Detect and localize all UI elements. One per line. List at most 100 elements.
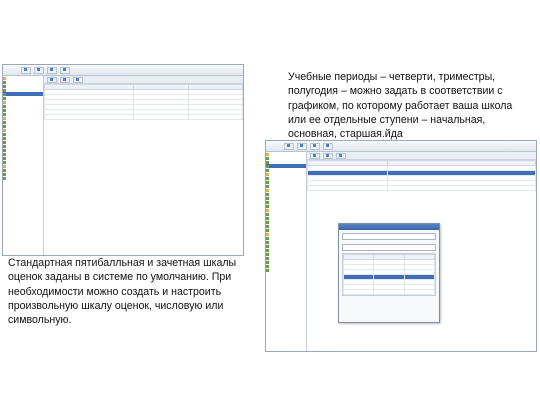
content-toolbar bbox=[44, 76, 243, 84]
grades-list bbox=[342, 253, 436, 296]
scale-editor-dialog bbox=[338, 223, 440, 323]
content-toolbar bbox=[307, 152, 536, 160]
item-icon bbox=[266, 244, 269, 248]
item-icon bbox=[3, 156, 6, 160]
item-icon bbox=[266, 216, 269, 220]
item-icon bbox=[3, 92, 6, 96]
toolbar-button[interactable] bbox=[310, 142, 320, 150]
caption-grading-scales: Стандартная пятибалльная и зачетная шкал… bbox=[8, 257, 240, 327]
delete-button[interactable] bbox=[73, 76, 83, 83]
folder-icon bbox=[3, 116, 6, 120]
scale-type-field[interactable] bbox=[342, 244, 436, 251]
item-icon bbox=[266, 228, 269, 232]
item-icon bbox=[266, 156, 269, 160]
item-icon bbox=[3, 84, 6, 88]
screenshot-study-periods bbox=[2, 64, 244, 256]
item-icon bbox=[266, 160, 269, 164]
item-icon bbox=[3, 168, 6, 172]
folder-icon bbox=[3, 100, 6, 104]
add-button[interactable] bbox=[47, 76, 57, 83]
toolbar-icon bbox=[24, 68, 27, 72]
delete-icon bbox=[76, 78, 79, 82]
screenshot-grading-scales bbox=[265, 140, 537, 352]
item-icon bbox=[266, 176, 269, 180]
item-icon bbox=[266, 224, 269, 228]
item-icon bbox=[266, 220, 269, 224]
item-icon bbox=[266, 204, 269, 208]
item-icon bbox=[3, 176, 6, 180]
toolbar-icon bbox=[63, 68, 66, 72]
item-icon bbox=[3, 144, 6, 148]
edit-icon bbox=[63, 78, 66, 82]
toolbar-button[interactable] bbox=[323, 142, 333, 150]
tree-item[interactable] bbox=[3, 176, 43, 180]
navigation-tree bbox=[3, 76, 44, 255]
toolbar-button[interactable] bbox=[34, 66, 44, 74]
table-row[interactable] bbox=[342, 289, 436, 295]
add-button[interactable] bbox=[310, 152, 320, 159]
item-icon bbox=[3, 152, 6, 156]
item-icon bbox=[266, 212, 269, 216]
grades-table bbox=[342, 254, 436, 295]
item-icon bbox=[266, 184, 269, 188]
item-icon bbox=[266, 196, 269, 200]
item-icon bbox=[3, 96, 6, 100]
item-icon bbox=[3, 136, 6, 140]
toolbar bbox=[266, 141, 536, 152]
item-icon bbox=[3, 108, 6, 112]
add-icon bbox=[313, 154, 316, 158]
item-icon bbox=[3, 80, 6, 84]
toolbar-icon bbox=[326, 144, 329, 148]
item-icon bbox=[266, 192, 269, 196]
folder-icon bbox=[266, 152, 269, 156]
item-icon bbox=[3, 120, 6, 124]
folder-icon bbox=[266, 208, 269, 212]
add-icon bbox=[50, 78, 53, 82]
item-icon bbox=[3, 112, 6, 116]
item-icon bbox=[3, 172, 6, 176]
tree-item[interactable] bbox=[266, 268, 306, 272]
item-icon bbox=[266, 240, 269, 244]
item-icon bbox=[3, 104, 6, 108]
toolbar-icon bbox=[50, 68, 53, 72]
delete-icon bbox=[339, 154, 342, 158]
scale-name-field[interactable] bbox=[342, 233, 436, 240]
item-icon bbox=[266, 180, 269, 184]
caption-study-periods: Учебные периоды – четверти, триместры, п… bbox=[288, 71, 516, 141]
toolbar-icon bbox=[313, 144, 316, 148]
item-icon bbox=[266, 236, 269, 240]
toolbar-button[interactable] bbox=[47, 66, 57, 74]
edit-button[interactable] bbox=[323, 152, 333, 159]
folder-icon bbox=[266, 172, 269, 176]
item-icon bbox=[3, 160, 6, 164]
table-row[interactable] bbox=[43, 114, 243, 120]
edit-icon bbox=[326, 154, 329, 158]
folder-icon bbox=[3, 76, 6, 80]
folder-icon bbox=[3, 128, 6, 132]
toolbar-button[interactable] bbox=[60, 66, 70, 74]
toolbar-icon bbox=[37, 68, 40, 72]
item-icon bbox=[3, 132, 6, 136]
toolbar bbox=[3, 65, 243, 76]
folder-icon bbox=[266, 232, 269, 236]
item-icon bbox=[266, 168, 269, 172]
item-icon bbox=[3, 88, 6, 92]
item-icon bbox=[266, 200, 269, 204]
item-icon bbox=[266, 248, 269, 252]
delete-button[interactable] bbox=[336, 152, 346, 159]
toolbar-button[interactable] bbox=[21, 66, 31, 74]
field-label bbox=[339, 241, 439, 243]
toolbar-button[interactable] bbox=[297, 142, 307, 150]
table-row[interactable] bbox=[307, 185, 536, 191]
toolbar-button[interactable] bbox=[284, 142, 294, 150]
toolbar-icon bbox=[287, 144, 290, 148]
edit-button[interactable] bbox=[60, 76, 70, 83]
toolbar-icon bbox=[300, 144, 303, 148]
periods-table bbox=[43, 84, 243, 120]
scales-table bbox=[307, 160, 536, 191]
item-icon bbox=[266, 164, 269, 168]
navigation-tree bbox=[266, 152, 307, 351]
folder-icon bbox=[3, 164, 6, 168]
item-icon bbox=[3, 124, 6, 128]
item-icon bbox=[3, 148, 6, 152]
